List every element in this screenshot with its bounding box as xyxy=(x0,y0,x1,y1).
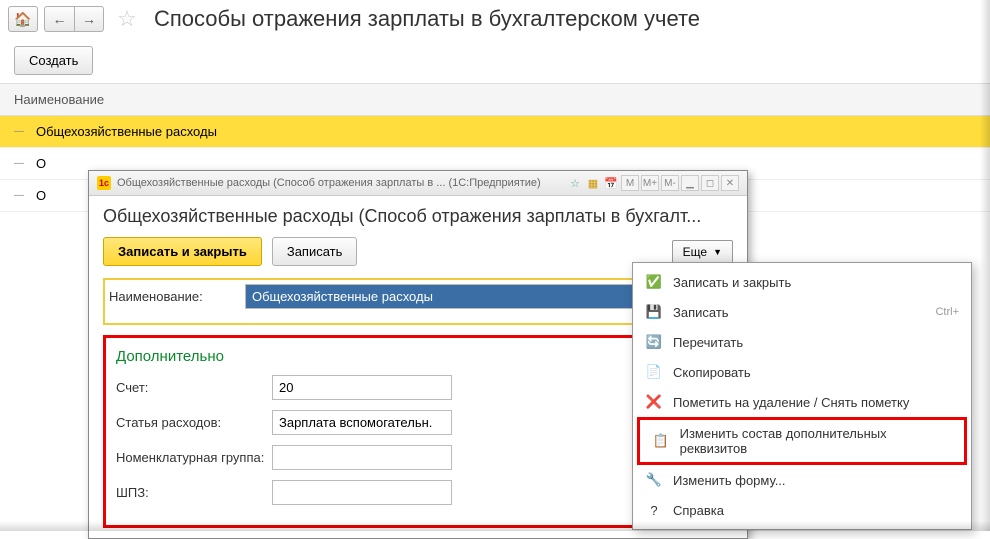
section-title: Дополнительно xyxy=(116,348,720,365)
shpz-input[interactable] xyxy=(272,480,452,505)
dd-save-close[interactable]: ✅ Записать и закрыть xyxy=(633,267,971,297)
list-header: Наименование xyxy=(0,83,990,116)
dd-save-icon: 💾 xyxy=(645,303,663,321)
favorite-star-icon[interactable]: ☆ xyxy=(114,6,140,32)
create-button[interactable]: Создать xyxy=(14,46,93,75)
dd-mark-delete-icon: ❌ xyxy=(645,393,663,411)
modal-heading: Общехозяйственные расходы (Способ отраже… xyxy=(103,206,733,227)
close-button[interactable]: ✕ xyxy=(721,175,739,191)
calendar-icon[interactable]: 📅 xyxy=(603,175,619,191)
dd-item-label: Изменить форму... xyxy=(673,473,786,488)
modal-window-title: Общехозяйственные расходы (Способ отраже… xyxy=(117,177,541,189)
dd-reread-icon: 🔄 xyxy=(645,333,663,351)
account-label: Счет: xyxy=(116,380,266,395)
list-item-label: О xyxy=(36,188,46,203)
dd-help-icon: ? xyxy=(645,501,663,519)
dd-item-label: Перечитать xyxy=(673,335,743,350)
dd-save[interactable]: 💾 Записать Ctrl+ xyxy=(633,297,971,327)
list-item-label: О xyxy=(36,156,46,171)
cost-label: Статья расходов: xyxy=(116,415,266,430)
home-button[interactable]: 🏠 xyxy=(8,6,38,32)
shpz-label: ШПЗ: xyxy=(116,485,266,500)
back-button[interactable]: ← xyxy=(44,6,74,32)
dd-copy-icon: 📄 xyxy=(645,363,663,381)
dd-change-form[interactable]: 🔧 Изменить форму... xyxy=(633,465,971,495)
list-item-label: Общехозяйственные расходы xyxy=(36,124,217,139)
page-title: Способы отражения зарплаты в бухгалтерск… xyxy=(154,6,700,32)
app-logo-icon: 1c xyxy=(97,176,111,190)
chevron-down-icon: ▼ xyxy=(713,247,722,257)
modal-titlebar[interactable]: 1c Общехозяйственные расходы (Способ отр… xyxy=(89,171,747,196)
dd-change-attrs[interactable]: 📋 Изменить состав дополнительных реквизит… xyxy=(637,417,967,465)
save-button[interactable]: Записать xyxy=(272,237,358,266)
tool-icon[interactable]: ☆ xyxy=(567,175,583,191)
collapse-icon[interactable]: — xyxy=(14,158,24,169)
collapse-icon[interactable]: — xyxy=(14,126,24,137)
memory-m-button[interactable]: M xyxy=(621,175,639,191)
name-label: Наименование: xyxy=(109,289,239,304)
dd-reread[interactable]: 🔄 Перечитать xyxy=(633,327,971,357)
dd-item-label: Изменить состав дополнительных реквизито… xyxy=(680,426,952,456)
maximize-button[interactable]: ◻ xyxy=(701,175,719,191)
dd-change-attrs-icon: 📋 xyxy=(652,432,670,450)
more-button[interactable]: Еще ▼ xyxy=(672,240,733,264)
dd-item-label: Записать xyxy=(673,305,729,320)
tool-icon[interactable]: ▦ xyxy=(585,175,601,191)
top-toolbar: 🏠 ← → ☆ Способы отражения зарплаты в бух… xyxy=(0,0,990,38)
nomgroup-label: Номенклатурная группа: xyxy=(116,450,266,465)
minimize-button[interactable]: ▁ xyxy=(681,175,699,191)
more-label: Еще xyxy=(683,245,707,259)
account-input[interactable] xyxy=(272,375,452,400)
dd-shortcut: Ctrl+ xyxy=(935,306,959,318)
nomgroup-input[interactable] xyxy=(272,445,452,470)
memory-mminus-button[interactable]: M- xyxy=(661,175,679,191)
collapse-icon[interactable]: — xyxy=(14,190,24,201)
save-close-button[interactable]: Записать и закрыть xyxy=(103,237,262,266)
memory-mplus-button[interactable]: M+ xyxy=(641,175,659,191)
dd-mark-delete[interactable]: ❌ Пометить на удаление / Снять пометку xyxy=(633,387,971,417)
dd-item-label: Справка xyxy=(673,503,724,518)
dd-item-label: Пометить на удаление / Снять пометку xyxy=(673,395,909,410)
cost-input[interactable] xyxy=(272,410,452,435)
dd-change-form-icon: 🔧 xyxy=(645,471,663,489)
more-dropdown: ✅ Записать и закрыть 💾 Записать Ctrl+ 🔄 Перечи… xyxy=(632,262,972,530)
dd-item-label: Скопировать xyxy=(673,365,751,380)
dd-item-label: Записать и закрыть xyxy=(673,275,791,290)
dd-help[interactable]: ? Справка xyxy=(633,495,971,525)
forward-button[interactable]: → xyxy=(74,6,104,32)
dd-save-close-icon: ✅ xyxy=(645,273,663,291)
list-row[interactable]: — Общехозяйственные расходы xyxy=(0,116,990,148)
dd-copy[interactable]: 📄 Скопировать xyxy=(633,357,971,387)
